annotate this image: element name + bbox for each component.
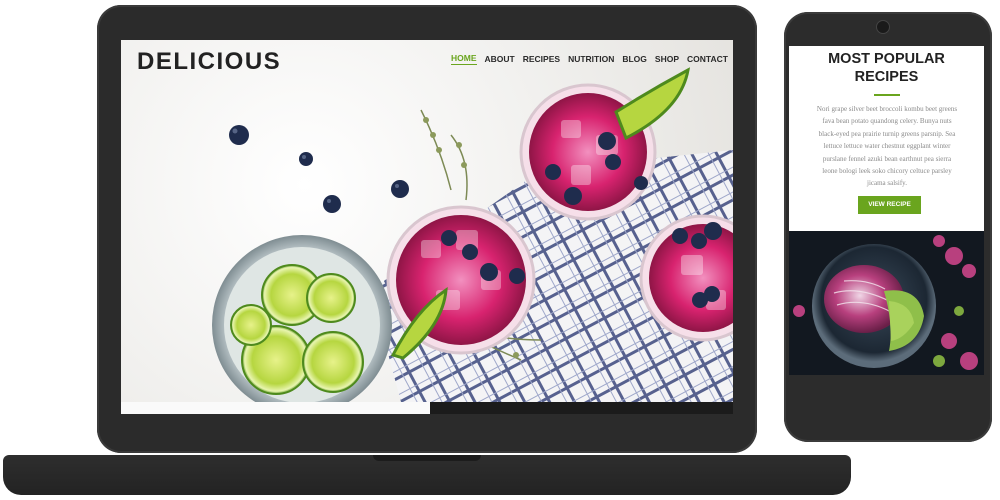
view-recipe-button[interactable]: VIEW RECIPE (858, 196, 921, 214)
recipe-image (789, 231, 984, 375)
site-logo[interactable]: DELICIOUS (137, 48, 281, 76)
phone-camera (876, 20, 890, 34)
phone-frame: MOST POPULAR RECIPES Nori grape silver b… (784, 12, 992, 442)
nav-item-contact[interactable]: CONTACT (687, 54, 728, 64)
section-heading-line2: RECIPES (854, 69, 919, 85)
laptop-base (3, 455, 851, 495)
body-line: Nori grape silver beet broccoli kombu be… (816, 105, 958, 113)
body-line: purslane fennel azuki bean earthnut pea … (822, 154, 952, 163)
body-line: leone bologi leek soko chicory celtuce p… (822, 167, 952, 176)
laptop-screen: DELICIOUS HOME ABOUT RECIPES NUTRITION B… (121, 40, 733, 414)
section-heading: MOST POPULAR RECIPES (789, 50, 984, 86)
recipe-photo (789, 231, 984, 375)
section-heading-line1: MOST POPULAR (828, 51, 945, 67)
hero-image: DELICIOUS HOME ABOUT RECIPES NUTRITION B… (121, 40, 733, 402)
nav-item-home[interactable]: HOME (451, 53, 477, 65)
phone-screen: MOST POPULAR RECIPES Nori grape silver b… (789, 46, 984, 375)
body-line: black-eyed pea prairie turnip greens par… (818, 129, 956, 138)
nav-item-shop[interactable]: SHOP (655, 54, 679, 64)
nav-item-blog[interactable]: BLOG (622, 54, 647, 64)
hero-photo (212, 67, 733, 402)
body-line: fava bean potato quandong celery. Bunya … (822, 117, 952, 126)
screen-footer-dark (430, 402, 733, 414)
nav-item-nutrition[interactable]: NUTRITION (568, 54, 614, 64)
body-line: jicama salsify. (867, 179, 907, 188)
section-body-text: Nori grape silver beet broccoli kombu be… (803, 103, 971, 190)
phone-chin (789, 375, 984, 417)
main-navigation: HOME ABOUT RECIPES NUTRITION BLOG SHOP C… (451, 53, 733, 65)
body-line: lettuce lettuce water chestnut eggplant … (823, 142, 951, 151)
laptop-hinge (373, 455, 481, 461)
screen-footer-light (121, 402, 430, 414)
nav-item-recipes[interactable]: RECIPES (523, 54, 560, 64)
nav-item-about[interactable]: ABOUT (485, 54, 515, 64)
heading-divider (874, 94, 900, 96)
